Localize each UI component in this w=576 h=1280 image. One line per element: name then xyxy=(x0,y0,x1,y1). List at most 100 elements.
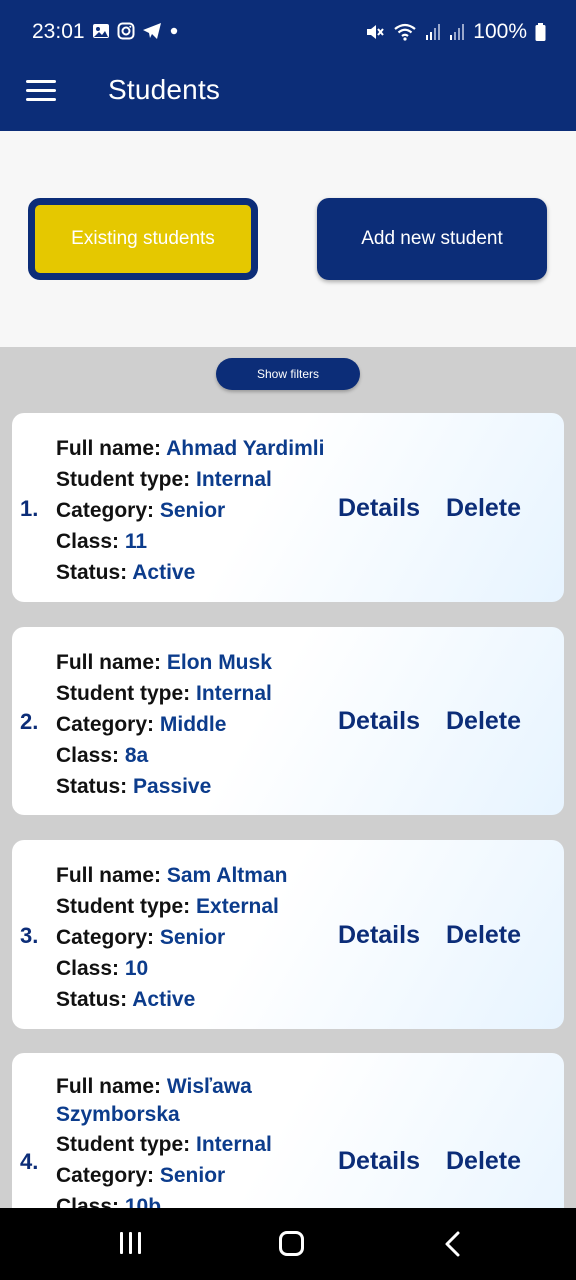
full-name-value: Elon Musk xyxy=(166,651,272,674)
status-value: Passive xyxy=(133,775,212,798)
notification-icons xyxy=(92,22,179,40)
class-row: Class: 10 xyxy=(56,953,346,984)
battery-icon xyxy=(535,23,546,41)
full-name-row: Full name: Elon Musk xyxy=(56,647,346,678)
category-row: Category: Senior xyxy=(56,495,346,526)
status-label: Status: xyxy=(56,561,128,584)
full-name-row: Full name: Wisľawa Szymborska xyxy=(56,1073,346,1129)
student-index: 1. xyxy=(20,496,39,521)
system-navigation-bar xyxy=(0,1208,576,1280)
student-card: 2. Full name: Elon Musk Student type: In… xyxy=(12,627,564,815)
mute-icon xyxy=(367,25,385,39)
student-card: 3. Full name: Sam Altman Student type: E… xyxy=(12,840,564,1029)
back-icon[interactable] xyxy=(440,1230,466,1258)
class-row: Class: 10b xyxy=(56,1191,346,1208)
delete-button[interactable]: Delete xyxy=(446,707,521,736)
class-label: Class: xyxy=(56,1195,120,1208)
student-type-row: Student type: Internal xyxy=(56,464,346,495)
show-filters-button[interactable]: Show filters xyxy=(216,358,360,390)
category-value: Middle xyxy=(159,713,227,736)
student-type-label: Student type: xyxy=(56,1133,191,1156)
full-name-label: Full name: xyxy=(56,1075,162,1098)
delete-button[interactable]: Delete xyxy=(446,494,521,523)
student-type-label: Student type: xyxy=(56,682,191,705)
status-value: Active xyxy=(132,988,196,1011)
class-label: Class: xyxy=(56,957,120,980)
page-title: Students xyxy=(108,74,221,105)
class-value: 10b xyxy=(124,1195,162,1208)
student-fields: Full name: Wisľawa Szymborska Student ty… xyxy=(56,1073,346,1208)
delete-button[interactable]: Delete xyxy=(446,1147,521,1176)
category-row: Category: Senior xyxy=(56,1160,346,1191)
full-name-value: Ahmad Yardimli xyxy=(166,437,325,460)
category-label: Category: xyxy=(56,1164,155,1187)
system-status: 100% xyxy=(365,20,546,44)
class-value: 8a xyxy=(124,744,149,767)
battery-percent: 100% xyxy=(473,20,527,43)
home-icon[interactable] xyxy=(279,1231,304,1256)
student-card: 1. Full name: Ahmad Yardimli Student typ… xyxy=(12,413,564,602)
details-button[interactable]: Details xyxy=(338,707,420,736)
status-bar: 23:01 100% xyxy=(0,0,576,62)
class-value: 10 xyxy=(124,957,149,980)
category-value: Senior xyxy=(159,499,226,522)
student-type-value: Internal xyxy=(196,1133,272,1156)
hamburger-menu-icon[interactable] xyxy=(26,78,58,102)
category-value: Senior xyxy=(159,1164,226,1187)
student-type-label: Student type: xyxy=(56,468,191,491)
details-button[interactable]: Details xyxy=(338,1147,420,1176)
class-row: Class: 11 xyxy=(56,526,346,557)
status-row: Status: Active xyxy=(56,557,346,588)
student-type-row: Student type: Internal xyxy=(56,678,346,709)
category-label: Category: xyxy=(56,926,155,949)
student-type-value: External xyxy=(196,895,279,918)
signal-icon xyxy=(426,24,441,40)
class-label: Class: xyxy=(56,530,120,553)
category-label: Category: xyxy=(56,499,155,522)
student-type-value: Internal xyxy=(196,682,272,705)
student-type-value: Internal xyxy=(196,468,272,491)
class-value: 11 xyxy=(124,530,148,553)
status-label: Status: xyxy=(56,775,128,798)
wifi-icon xyxy=(394,23,416,41)
student-card: 4. Full name: Wisľawa Szymborska Student… xyxy=(12,1053,564,1208)
status-row: Status: Active xyxy=(56,984,346,1015)
instagram-icon xyxy=(117,22,135,40)
full-name-row: Full name: Sam Altman xyxy=(56,860,346,891)
class-label: Class: xyxy=(56,744,120,767)
student-type-label: Student type: xyxy=(56,895,191,918)
full-name-row: Full name: Ahmad Yardimli xyxy=(56,433,346,464)
delete-button[interactable]: Delete xyxy=(446,921,521,950)
status-time: 23:01 xyxy=(32,20,85,43)
full-name-label: Full name: xyxy=(56,651,162,674)
full-name-label: Full name: xyxy=(56,437,162,460)
image-icon xyxy=(93,24,109,38)
full-name-label: Full name: xyxy=(56,864,162,887)
status-label: Status: xyxy=(56,988,128,1011)
student-fields: Full name: Sam Altman Student type: Exte… xyxy=(56,860,346,1015)
student-type-row: Student type: Internal xyxy=(56,1129,346,1160)
class-row: Class: 8a xyxy=(56,740,346,771)
add-new-student-button[interactable]: Add new student xyxy=(317,198,547,280)
student-index: 4. xyxy=(20,1149,39,1174)
status-row: Status: Passive xyxy=(56,771,346,802)
student-index: 3. xyxy=(20,923,39,948)
category-row: Category: Middle xyxy=(56,709,346,740)
status-value: Active xyxy=(132,561,196,584)
signal-icon xyxy=(450,24,465,40)
dot-icon xyxy=(170,27,178,35)
student-type-row: Student type: External xyxy=(56,891,346,922)
category-row: Category: Senior xyxy=(56,922,346,953)
student-index: 2. xyxy=(20,709,39,734)
student-fields: Full name: Elon Musk Student type: Inter… xyxy=(56,647,346,802)
student-fields: Full name: Ahmad Yardimli Student type: … xyxy=(56,433,346,588)
recent-apps-icon[interactable] xyxy=(118,1232,144,1256)
category-label: Category: xyxy=(56,713,155,736)
existing-students-button[interactable]: Existing students xyxy=(28,198,258,280)
category-value: Senior xyxy=(159,926,226,949)
tab-controls: Existing students Add new student xyxy=(0,131,576,347)
details-button[interactable]: Details xyxy=(338,921,420,950)
student-list[interactable]: 1. Full name: Ahmad Yardimli Student typ… xyxy=(0,400,576,1208)
telegram-icon xyxy=(143,23,161,39)
details-button[interactable]: Details xyxy=(338,494,420,523)
